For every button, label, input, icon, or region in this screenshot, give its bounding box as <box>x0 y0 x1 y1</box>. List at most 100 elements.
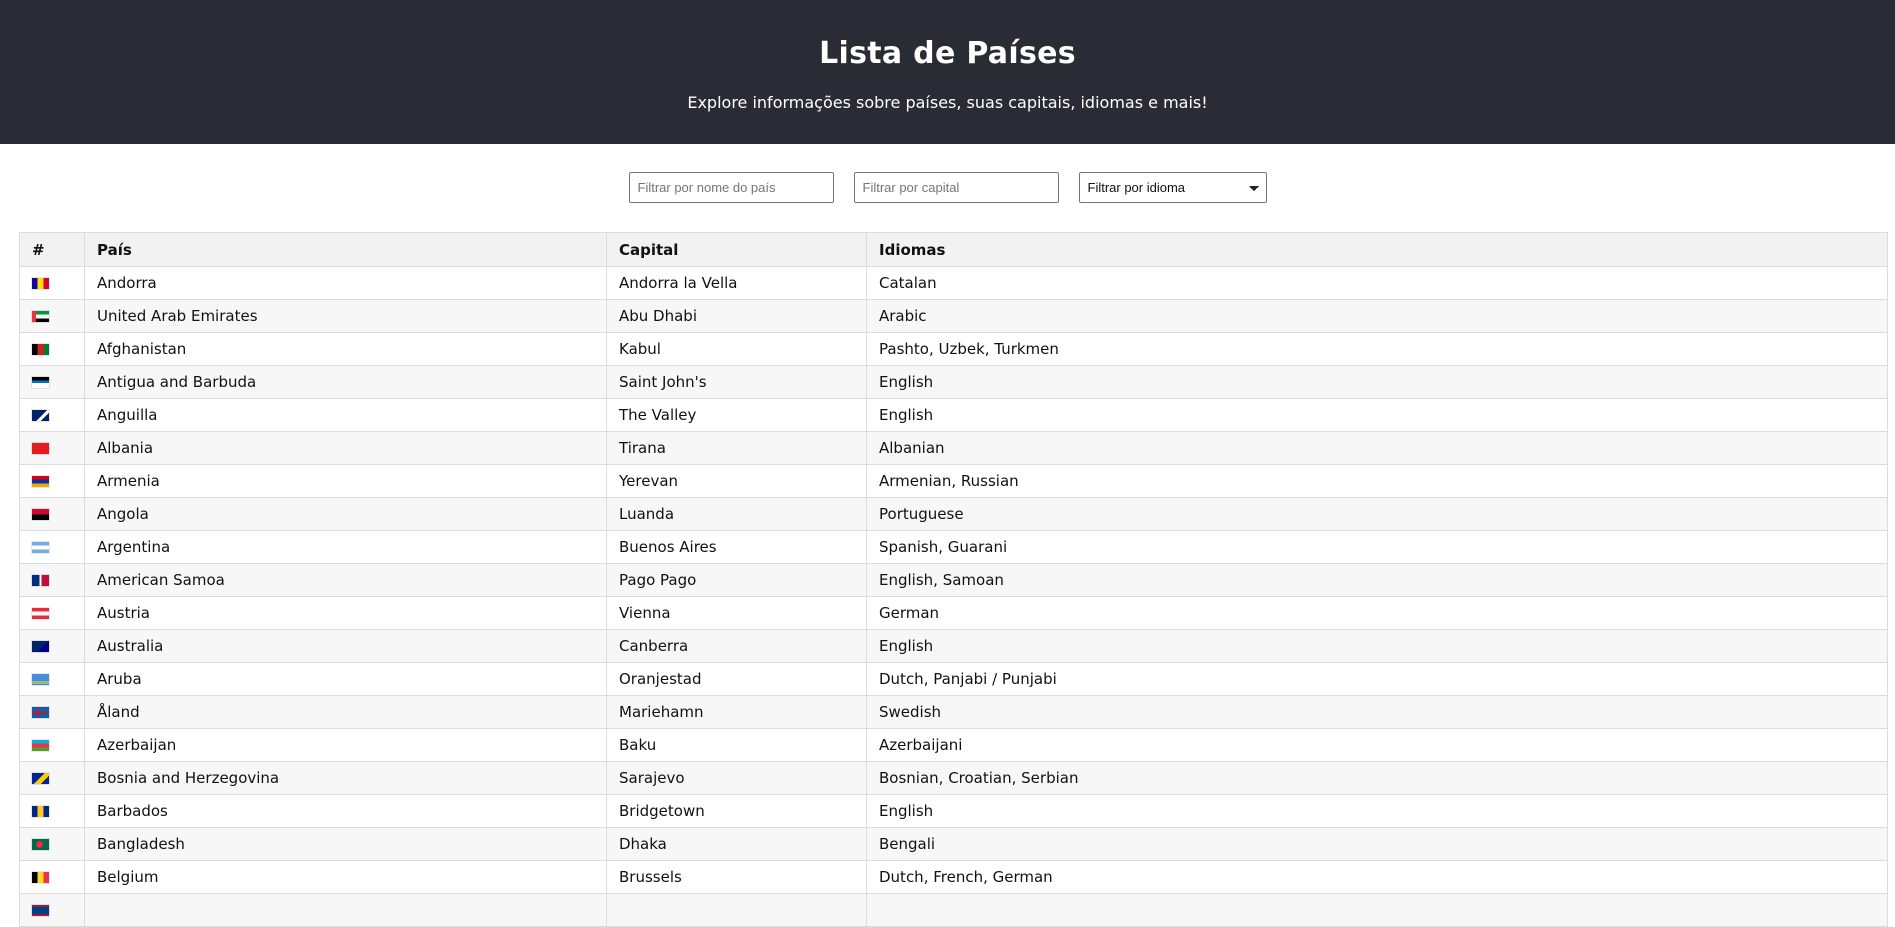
flag-cell <box>19 827 85 861</box>
countries-table: # País Capital Idiomas Andorra Andorra la… <box>19 232 1888 927</box>
capital-cell: Buenos Aires <box>606 530 867 564</box>
flag-australia-icon <box>32 641 49 652</box>
table-row: Bosnia and Herzegovina Sarajevo Bosnian, C… <box>19 761 1888 795</box>
capital-cell: Bridgetown <box>606 794 867 828</box>
table-header: # País Capital Idiomas <box>19 232 1888 267</box>
flag-bosnia-and-herzegovina-icon <box>32 773 49 784</box>
language-filter-select[interactable]: Filtrar por idioma <box>1078 172 1267 203</box>
capital-cell: Baku <box>606 728 867 762</box>
languages-cell: Swedish <box>866 695 1888 729</box>
languages-cell: Spanish, Guarani <box>866 530 1888 564</box>
country-cell: Australia <box>84 629 607 663</box>
country-cell: Aruba <box>84 662 607 696</box>
page-title: Lista de Países <box>819 36 1076 71</box>
languages-cell: German <box>866 596 1888 630</box>
flag-belgium-icon <box>32 872 49 883</box>
flag-belize-icon <box>32 905 49 916</box>
flag-antigua-and-barbuda-icon <box>32 377 49 388</box>
table-row: American Samoa Pago Pago English, Samoan <box>19 563 1888 597</box>
flag-azerbaijan-icon <box>32 740 49 751</box>
table-row: Austria Vienna German <box>19 596 1888 630</box>
country-cell: Azerbaijan <box>84 728 607 762</box>
capital-cell: Abu Dhabi <box>606 299 867 333</box>
country-filter-input[interactable] <box>628 172 834 203</box>
capital-cell: Vienna <box>606 596 867 630</box>
column-header-languages: Idiomas <box>866 232 1888 267</box>
capital-cell <box>606 893 867 927</box>
languages-cell: English <box>866 365 1888 399</box>
flag-bangladesh-icon <box>32 839 49 850</box>
table-row: Bangladesh Dhaka Bengali <box>19 827 1888 861</box>
table-row: Barbados Bridgetown English <box>19 794 1888 828</box>
country-cell: Albania <box>84 431 607 465</box>
flag-cell <box>19 365 85 399</box>
table-body: Andorra Andorra la Vella Catalan United Ara… <box>19 266 1888 927</box>
country-cell: Angola <box>84 497 607 531</box>
languages-cell: Arabic <box>866 299 1888 333</box>
flag-andorra-icon <box>32 278 49 289</box>
page-subtitle: Explore informações sobre países, suas c… <box>687 93 1208 112</box>
country-cell: Antigua and Barbuda <box>84 365 607 399</box>
flag-cell <box>19 662 85 696</box>
country-cell: Barbados <box>84 794 607 828</box>
capital-cell: Kabul <box>606 332 867 366</box>
flag-austria-icon <box>32 608 49 619</box>
page-header: Lista de Países Explore informações sobr… <box>0 0 1895 144</box>
languages-cell <box>866 893 1888 927</box>
flag-cell <box>19 695 85 729</box>
table-row: Azerbaijan Baku Azerbaijani <box>19 728 1888 762</box>
column-header-capital: Capital <box>606 232 867 267</box>
table-row: Antigua and Barbuda Saint John's English <box>19 365 1888 399</box>
country-cell: Armenia <box>84 464 607 498</box>
capital-cell: Oranjestad <box>606 662 867 696</box>
flag-cell <box>19 893 85 927</box>
flag-afghanistan-icon <box>32 344 49 355</box>
languages-cell: Pashto, Uzbek, Turkmen <box>866 332 1888 366</box>
flag-cell <box>19 464 85 498</box>
capital-cell: Canberra <box>606 629 867 663</box>
country-cell: Belgium <box>84 860 607 894</box>
languages-cell: Portuguese <box>866 497 1888 531</box>
languages-cell: Dutch, French, German <box>866 860 1888 894</box>
flag-cell <box>19 266 85 300</box>
column-header-country: País <box>84 232 607 267</box>
table-row: Anguilla The Valley English <box>19 398 1888 432</box>
languages-cell: English <box>866 794 1888 828</box>
flag-cell <box>19 728 85 762</box>
capital-filter-input[interactable] <box>853 172 1059 203</box>
flag-cell <box>19 596 85 630</box>
languages-cell: Albanian <box>866 431 1888 465</box>
flag-cell <box>19 530 85 564</box>
flag-albania-icon <box>32 443 49 454</box>
capital-cell: Andorra la Vella <box>606 266 867 300</box>
languages-cell: Armenian, Russian <box>866 464 1888 498</box>
table-row: Angola Luanda Portuguese <box>19 497 1888 531</box>
table-row: Armenia Yerevan Armenian, Russian <box>19 464 1888 498</box>
capital-cell: Pago Pago <box>606 563 867 597</box>
filter-bar: Filtrar por idioma <box>0 144 1895 204</box>
country-cell: Bosnia and Herzegovina <box>84 761 607 795</box>
flag-cell <box>19 332 85 366</box>
flag-cell <box>19 629 85 663</box>
capital-cell: Tirana <box>606 431 867 465</box>
table-row: Andorra Andorra la Vella Catalan <box>19 266 1888 300</box>
column-header-index: # <box>19 232 85 267</box>
flag-aland-icon <box>32 707 49 718</box>
flag-cell <box>19 563 85 597</box>
country-cell: Anguilla <box>84 398 607 432</box>
capital-cell: Dhaka <box>606 827 867 861</box>
flag-argentina-icon <box>32 542 49 553</box>
country-cell: Argentina <box>84 530 607 564</box>
languages-cell: English <box>866 398 1888 432</box>
country-cell: Andorra <box>84 266 607 300</box>
flag-cell <box>19 431 85 465</box>
table-row: Belgium Brussels Dutch, French, German <box>19 860 1888 894</box>
table-row: United Arab Emirates Abu Dhabi Arabic <box>19 299 1888 333</box>
table-row: Australia Canberra English <box>19 629 1888 663</box>
table-header-row: # País Capital Idiomas <box>19 232 1888 267</box>
flag-cell <box>19 860 85 894</box>
table-row: Albania Tirana Albanian <box>19 431 1888 465</box>
capital-cell: Sarajevo <box>606 761 867 795</box>
flag-anguilla-icon <box>32 410 49 421</box>
languages-cell: Dutch, Panjabi / Punjabi <box>866 662 1888 696</box>
